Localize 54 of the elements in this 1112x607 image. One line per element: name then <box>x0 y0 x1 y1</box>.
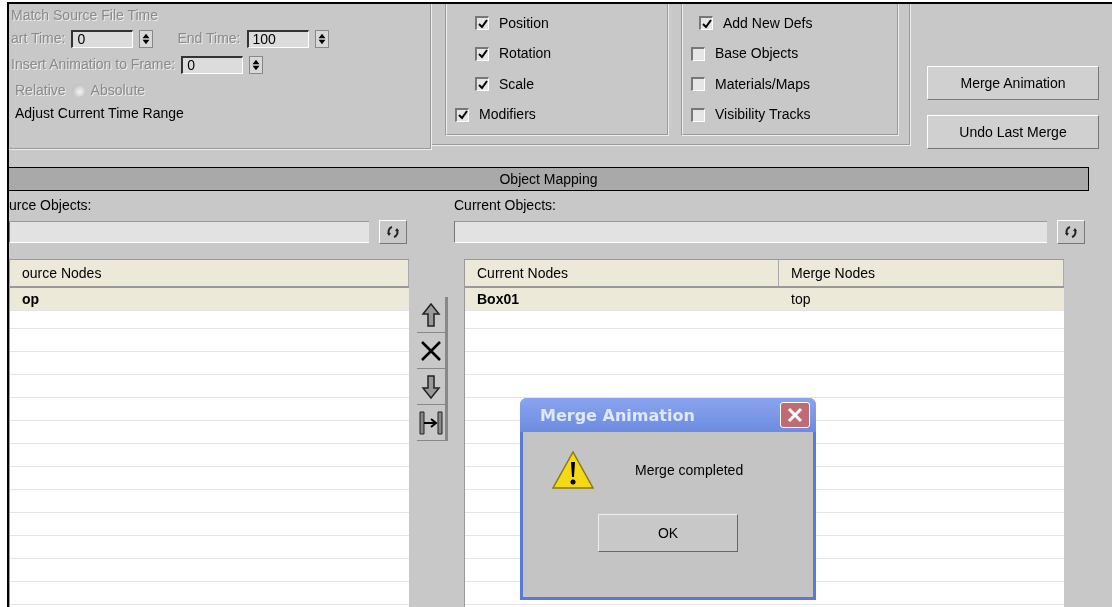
spinner-button[interactable] <box>314 29 329 48</box>
ok-button[interactable]: OK <box>598 514 738 552</box>
source-objects-label: urce Objects: <box>9 196 93 215</box>
checkbox-label: Base Objects <box>715 44 799 64</box>
warning-icon <box>551 450 595 490</box>
checkbox[interactable] <box>455 107 469 122</box>
checkbox[interactable] <box>691 77 705 92</box>
column-header[interactable]: Current Nodes <box>465 260 779 286</box>
action-button[interactable]: Undo Last Merge <box>927 115 1099 149</box>
match-time-label: Match Source File Time <box>11 6 160 25</box>
column-header[interactable]: ource Nodes <box>10 260 409 286</box>
current-objects-label: Current Objects: <box>454 196 557 215</box>
checkbox[interactable] <box>691 107 705 122</box>
object-mapping-bar: Object Mapping <box>9 167 1089 191</box>
current-objects-field[interactable] <box>454 221 1047 243</box>
refresh-button[interactable] <box>1057 220 1085 244</box>
close-icon <box>787 407 803 423</box>
node-row[interactable]: op <box>10 288 409 310</box>
checkbox-label: Modifiers <box>479 105 536 125</box>
refresh-icon <box>1064 225 1078 239</box>
node-cell-text: Box01 <box>476 290 521 309</box>
checkbox-label: Scale <box>499 74 535 94</box>
dialog-message: Merge completed <box>635 462 744 478</box>
checkbox-label: Materials/Maps <box>715 74 810 94</box>
close-button[interactable] <box>780 402 810 428</box>
end-time-label: End Time: <box>177 29 241 48</box>
spinner-button[interactable] <box>249 55 264 74</box>
checkbox[interactable] <box>475 77 489 92</box>
checkbox[interactable] <box>475 46 489 61</box>
checkbox[interactable] <box>699 16 713 31</box>
refresh-button[interactable] <box>379 220 407 244</box>
checkbox-label: Visibility Tracks <box>715 105 811 125</box>
refresh-icon <box>386 225 400 239</box>
up-arrow-icon <box>421 301 441 328</box>
start-time-label: art Time: <box>11 29 66 48</box>
checkbox-label: Position <box>499 13 549 33</box>
spinner-button[interactable] <box>139 29 154 48</box>
checkbox-label: Add New Defs <box>723 13 813 33</box>
list-row[interactable]: Box01 top <box>465 288 1064 311</box>
insert-frame-label: Insert Animation to Frame: <box>11 55 176 74</box>
arrow-into-bracket-icon <box>419 409 443 436</box>
action-button[interactable]: Merge Animation <box>927 66 1099 100</box>
adjust-time-range-label: Adjust Current Time Range <box>14 104 185 123</box>
column-header[interactable]: Merge Nodes <box>779 260 1064 286</box>
absolute-label: Absolute <box>90 81 146 100</box>
checkbox-label: Rotation <box>499 44 552 64</box>
dialog-title: Merge Animation <box>540 405 695 425</box>
close-icon <box>420 339 442 362</box>
source-objects-field[interactable] <box>9 221 369 243</box>
down-arrow-icon <box>421 373 441 400</box>
relative-label: Relative <box>15 81 66 100</box>
checkbox[interactable] <box>691 46 705 61</box>
checkbox[interactable] <box>475 16 489 31</box>
node-cell-text: top <box>790 290 812 309</box>
